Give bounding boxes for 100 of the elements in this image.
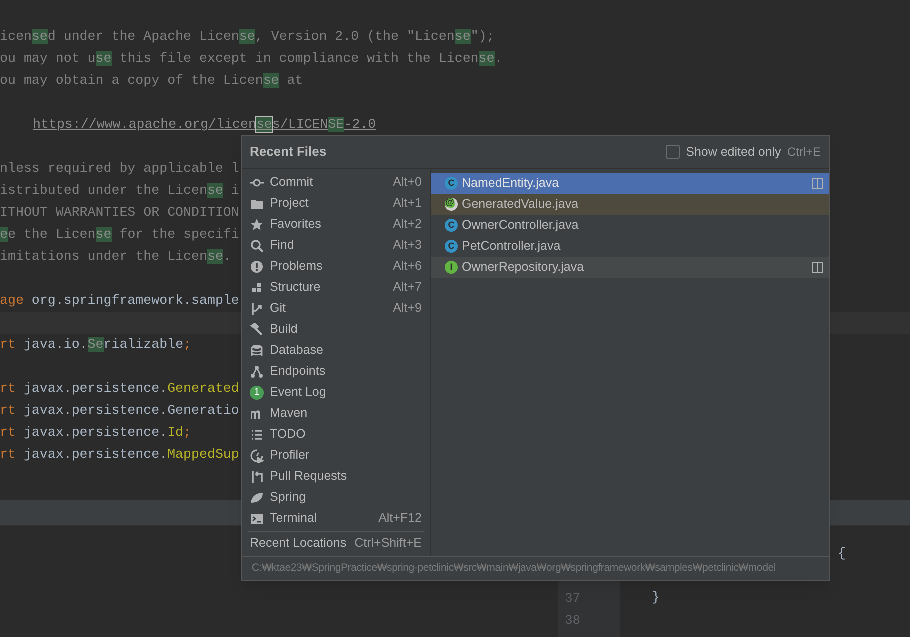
search-match: se — [96, 227, 112, 242]
tool-window-item[interactable]: Git Alt+9 — [248, 298, 424, 319]
pull-request-icon — [250, 470, 264, 484]
tool-window-item[interactable]: Pull Requests — [248, 466, 424, 487]
tool-window-item[interactable]: 1 Event Log — [248, 382, 424, 403]
recent-file-item[interactable]: C NamedEntity.java — [431, 173, 829, 194]
recent-locations-item[interactable]: Recent Locations Ctrl+Shift+E — [248, 533, 424, 554]
class-icon: C — [445, 240, 458, 253]
list-icon — [250, 428, 264, 442]
tool-window-item[interactable]: Endpoints — [248, 361, 424, 382]
leaf-icon — [250, 490, 264, 504]
code-text: javax.persistence. — [22, 447, 168, 462]
code-text: icen — [0, 29, 32, 44]
code-text: ; — [184, 425, 192, 440]
checkbox-label[interactable]: Show edited only — [686, 142, 782, 162]
popup-title: Recent Files — [250, 143, 327, 162]
terminal-icon — [250, 512, 264, 526]
code-text: i — [230, 183, 240, 198]
code-text: ; — [184, 337, 192, 352]
code-text: d under the Apache Licen — [48, 29, 240, 44]
search-match: se — [96, 51, 112, 66]
show-edited-checkbox[interactable] — [666, 145, 680, 159]
exclamation-icon — [250, 260, 264, 274]
tool-window-item[interactable]: Project Alt+1 — [248, 193, 424, 214]
code-link[interactable]: https://www.apache.org/licen — [33, 117, 256, 132]
tool-window-item[interactable]: Spring — [248, 487, 424, 508]
search-match: Se — [88, 337, 104, 352]
search-match: se — [454, 29, 471, 44]
split-view-icon[interactable] — [812, 178, 823, 189]
code-text: rt — [0, 381, 16, 396]
code-text: , Version 2.0 (the "Licen — [255, 29, 455, 44]
search-match: SE — [328, 117, 344, 132]
code-text: MappedSup — [168, 447, 240, 462]
search-match: se — [239, 29, 256, 44]
tool-window-item[interactable]: Maven — [248, 403, 424, 424]
search-match: se — [478, 51, 495, 66]
gauge-icon — [250, 448, 264, 462]
code-text: age — [0, 293, 24, 308]
code-text: . — [494, 51, 503, 66]
search-match: se — [32, 29, 48, 44]
code-text: ITHOUT WARRANTIES OR CONDITION — [0, 205, 240, 220]
code-text: imitations under the Licen — [0, 249, 208, 264]
database-icon — [250, 344, 264, 358]
structure-icon — [250, 280, 264, 294]
code-text: istributed under the Licen — [0, 183, 208, 198]
tool-window-item[interactable]: Build — [248, 319, 424, 340]
tool-window-item[interactable]: Commit Alt+0 — [248, 172, 424, 193]
code-brace: { — [838, 545, 846, 563]
code-text: this file except in compliance with the Licen — [118, 51, 479, 66]
split-view-icon[interactable] — [812, 262, 823, 273]
file-path: C:₩ktae23₩SpringPractice₩spring-petclinic₩src₩main₩java₩org₩springframework₩samples₩petclinic₩model — [252, 560, 776, 576]
search-match: se — [207, 249, 224, 264]
code-text: "); — [470, 29, 495, 44]
recent-file-item[interactable]: I OwnerRepository.java — [431, 257, 829, 278]
tool-window-item[interactable]: Problems Alt+6 — [248, 256, 424, 277]
tool-window-item[interactable]: TODO — [248, 424, 424, 445]
code-text: rt — [0, 337, 16, 352]
code-link[interactable]: s/LICEN — [272, 117, 328, 132]
code-text: Id — [168, 425, 184, 440]
tool-window-item[interactable]: Structure Alt+7 — [248, 277, 424, 298]
class-icon: C — [445, 219, 458, 232]
nodes-icon — [250, 364, 264, 378]
search-match: e — [0, 227, 8, 242]
tool-window-item[interactable]: Terminal Alt+F12 — [248, 508, 424, 529]
class-icon: C — [445, 177, 458, 190]
code-text: . — [223, 249, 232, 264]
code-text: for the specifi — [118, 227, 240, 242]
code-text: java.io. — [22, 337, 88, 352]
code-text: at — [286, 73, 304, 88]
branch-icon — [250, 302, 264, 316]
count-badge: 1 — [250, 386, 264, 400]
code-link[interactable]: -2.0 — [344, 117, 376, 132]
recent-file-item[interactable]: @ GeneratedValue.java — [431, 194, 829, 215]
search-match: se — [207, 183, 224, 198]
code-text: ou may obtain a copy of the Licen — [0, 73, 264, 88]
code-text: ou may not u — [0, 51, 96, 66]
shortcut-hint: Ctrl+E — [787, 144, 821, 161]
code-text: nless required by applicable l — [0, 161, 240, 176]
interface-icon: I — [445, 261, 458, 274]
tool-window-item[interactable]: Find Alt+3 — [248, 235, 424, 256]
search-match: se — [263, 73, 280, 88]
recent-file-item[interactable]: C OwnerController.java — [431, 215, 829, 236]
code-text: Generated — [168, 381, 240, 396]
search-icon — [250, 238, 264, 252]
search-match: se — [256, 117, 272, 132]
tool-window-item[interactable]: Favorites Alt+2 — [248, 214, 424, 235]
recent-file-item[interactable]: C PetController.java — [431, 236, 829, 257]
code-text: org.springframework.sample — [30, 293, 240, 308]
tool-window-item[interactable]: Profiler — [248, 445, 424, 466]
code-brace: } — [652, 589, 660, 607]
code-text: rt — [0, 447, 16, 462]
annotation-icon: @ — [445, 198, 458, 211]
code-text: rt — [0, 403, 16, 418]
code-text: rializable — [104, 337, 184, 352]
code-text: javax.persistence. — [22, 381, 168, 396]
code-text: javax.persistence.Generatio — [22, 403, 240, 418]
code-text: rt — [0, 425, 16, 440]
code-text: e the Licen — [8, 227, 96, 242]
star-icon — [250, 218, 264, 232]
tool-window-item[interactable]: Database — [248, 340, 424, 361]
